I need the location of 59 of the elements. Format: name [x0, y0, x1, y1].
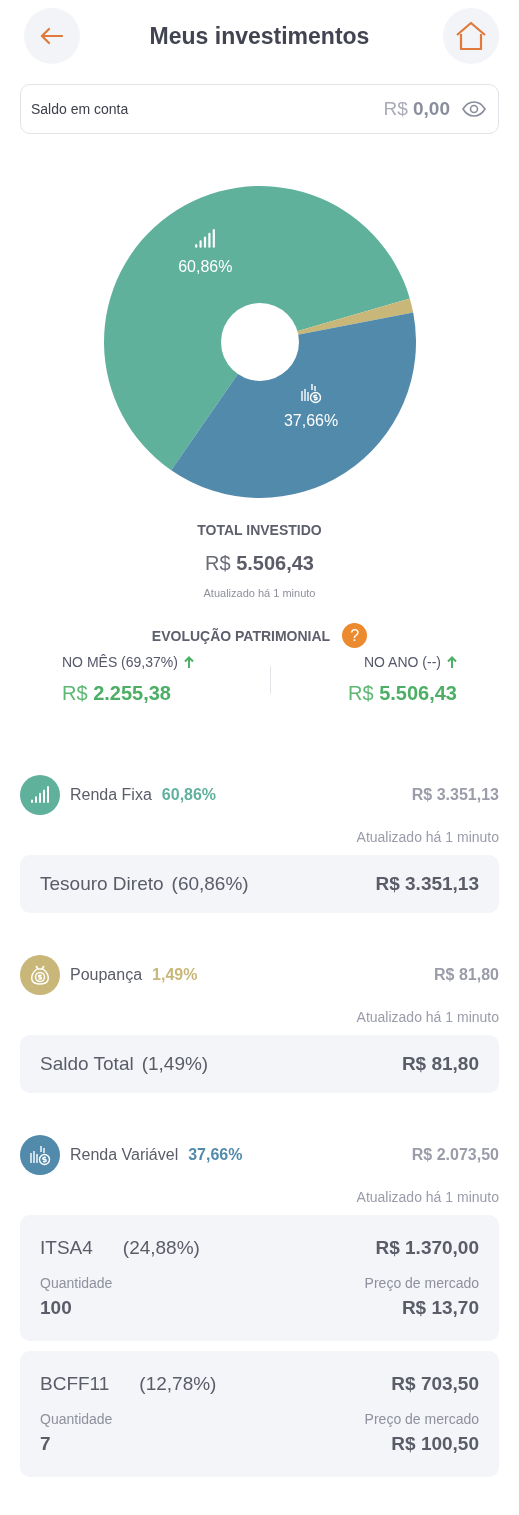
holding-amount: R$ 1.370,00 — [375, 1237, 479, 1259]
chart-coin-icon — [29, 1144, 51, 1166]
period-label: NO MÊS (69,37%) — [62, 654, 178, 670]
eye-icon[interactable] — [462, 101, 486, 117]
holding-name: Saldo Total — [40, 1053, 134, 1075]
money-bag-icon — [28, 963, 52, 987]
updated-text: Atualizado há 1 minuto — [356, 1009, 499, 1025]
balance-label: Saldo em conta — [31, 101, 130, 117]
period-amount: R$ 5.506,43 — [348, 682, 457, 705]
holding-card[interactable]: Saldo Total (1,49%) R$ 81,80 — [20, 1035, 499, 1093]
up-arrow-icon — [447, 655, 457, 669]
holding-name: BCFF11 — [40, 1373, 110, 1395]
quantity-value: 100 — [40, 1297, 72, 1319]
holding-amount: R$ 81,80 — [401, 1053, 479, 1075]
quantity-label: Quantidade — [40, 1275, 113, 1291]
updated-text: Atualizado há 1 minuto — [356, 829, 499, 845]
category-name: Renda Fixa — [70, 786, 152, 804]
holding-percent: (12,78%) — [139, 1373, 217, 1395]
slice-label: 60,86% — [177, 258, 232, 276]
category-percent: 60,86% — [161, 786, 217, 804]
holding-card[interactable]: BCFF11 (12,78%) R$ 703,50 Quantidade Preço de mercado 7 R$ 100,50 — [20, 1351, 499, 1477]
category-percent: 37,66% — [188, 1146, 243, 1164]
category-name: Renda Variável — [70, 1146, 179, 1164]
chart-coin-icon — [299, 382, 322, 405]
price-label: Preço de mercado — [364, 1275, 479, 1291]
signal-bars-icon — [193, 228, 216, 251]
evolution-title: EVOLUÇÃO PATRIMONIAL — [151, 627, 331, 644]
holding-name: Tesouro Direto — [40, 873, 164, 895]
price-label: Preço de mercado — [364, 1411, 479, 1427]
holding-card[interactable]: Tesouro Direto (60,86%) R$ 3.351,13 — [20, 855, 499, 913]
home-icon — [455, 21, 487, 51]
holding-percent: (1,49%) — [141, 1053, 209, 1075]
quantity-label: Quantidade — [40, 1411, 113, 1427]
updated-text: Atualizado há 1 minuto — [356, 1189, 499, 1205]
holding-percent: (24,88%) — [122, 1237, 200, 1259]
price-value: R$ 13,70 — [401, 1297, 479, 1319]
updated-text: Atualizado há 1 minuto — [203, 587, 316, 599]
category-amount: R$ 81,80 — [434, 966, 499, 984]
slice-label: 37,66% — [283, 412, 338, 430]
quantity-value: 7 — [40, 1433, 51, 1455]
holding-amount: R$ 703,50 — [391, 1373, 479, 1395]
total-amount: R$ 5.506,43 — [205, 552, 314, 575]
back-arrow-icon — [40, 27, 64, 45]
up-arrow-icon — [183, 655, 194, 669]
category-percent: 1,49% — [152, 966, 198, 984]
balance-amount: R$ 0,00 — [383, 98, 450, 120]
period-label: NO ANO (--) — [364, 654, 441, 670]
price-value: R$ 100,50 — [391, 1433, 479, 1455]
category-name: Poupança — [70, 966, 143, 984]
signal-bars-icon — [30, 785, 50, 805]
holding-name: ITSA4 — [40, 1237, 93, 1259]
total-title: TOTAL INVESTIDO — [197, 522, 322, 538]
page-title: Meus investimentos — [149, 22, 370, 50]
holding-card[interactable]: ITSA4 (24,88%) R$ 1.370,00 Quantidade Preço de mercado 100 R$ 13,70 — [20, 1215, 499, 1341]
category-amount: R$ 3.351,13 — [411, 786, 499, 804]
holding-percent: (60,86%) — [171, 873, 249, 895]
period-amount: R$ 2.255,38 — [62, 682, 171, 705]
category-amount: R$ 2.073,50 — [411, 1146, 499, 1164]
holding-amount: R$ 3.351,13 — [375, 873, 479, 895]
